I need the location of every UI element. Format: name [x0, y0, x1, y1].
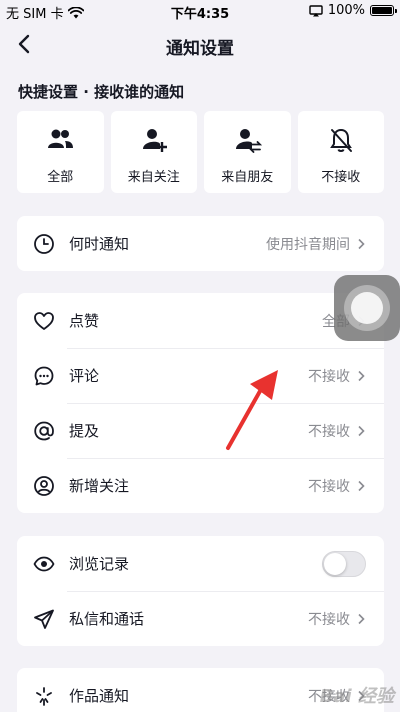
row-value: 不接收	[308, 423, 350, 440]
row-label: 私信和通话	[69, 610, 145, 628]
user-swap-icon	[236, 129, 263, 153]
sparkle-icon	[36, 686, 52, 706]
assistive-touch-button[interactable]	[334, 275, 400, 341]
quick-option-label: 来自关注	[127, 170, 180, 185]
row-label: 何时通知	[69, 235, 130, 253]
group-icon	[48, 129, 74, 148]
nav-bar: 通知设置	[0, 22, 400, 68]
heart-icon	[34, 311, 54, 330]
user-add-icon	[142, 129, 167, 152]
history-toggle[interactable]	[322, 550, 366, 577]
when-notify-row[interactable]: 何时通知 使用抖音期间	[17, 216, 384, 271]
messages-row[interactable]: 私信和通话 不接收	[17, 591, 384, 646]
row-value: 不接收	[308, 368, 350, 385]
comments-row[interactable]: 评论 不接收	[17, 348, 384, 403]
row-value: 使用抖音期间	[266, 236, 350, 253]
user-circle-icon	[34, 475, 54, 496]
send-icon	[34, 609, 54, 629]
row-label: 浏览记录	[69, 555, 130, 573]
quick-settings: 全部 来自关注 来自朋友 不接收	[17, 111, 384, 193]
status-bar: 无 SIM 卡 下午4:35 100%	[0, 0, 400, 22]
row-label: 作品通知	[69, 687, 130, 705]
quick-option-label: 全部	[47, 170, 74, 185]
quick-option-label: 来自朋友	[221, 170, 274, 185]
likes-row[interactable]: 点赞 全部	[17, 293, 384, 348]
battery-icon	[370, 5, 397, 16]
row-label: 点赞	[69, 312, 100, 330]
chevron-right-icon	[358, 613, 365, 624]
eye-icon	[33, 556, 55, 571]
annotation-arrow-icon	[226, 370, 278, 450]
history-row: 浏览记录	[17, 536, 384, 591]
bell-off-icon	[329, 128, 352, 152]
clock-icon	[34, 233, 54, 254]
comment-icon	[34, 366, 54, 385]
when-card: 何时通知 使用抖音期间	[17, 216, 384, 271]
watermark: Bai 经验	[319, 686, 394, 707]
row-value: 不接收	[308, 478, 350, 495]
other-card: 浏览记录 私信和通话 不接收	[17, 536, 384, 646]
quick-option-friends[interactable]: 来自朋友	[204, 111, 291, 193]
row-label: 新增关注	[69, 477, 130, 495]
quick-option-none[interactable]: 不接收	[297, 111, 384, 193]
page-title: 通知设置	[166, 39, 234, 59]
chevron-right-icon	[358, 370, 365, 381]
assistive-ring-inner	[351, 292, 383, 324]
quick-settings-title: 快捷设置 · 接收谁的通知	[18, 83, 185, 101]
at-icon	[34, 421, 54, 440]
interactions-card: 点赞 全部 评论 不接收 提及 不接收 新增关注 不接收	[17, 293, 384, 513]
chevron-right-icon	[358, 425, 365, 436]
chevron-right-icon	[358, 480, 365, 491]
quick-option-following[interactable]: 来自关注	[110, 111, 197, 193]
row-value: 不接收	[308, 611, 350, 628]
quick-option-label: 不接收	[321, 170, 361, 185]
quick-option-all[interactable]: 全部	[17, 111, 104, 193]
mentions-row[interactable]: 提及 不接收	[17, 403, 384, 458]
status-right: 100%	[309, 3, 397, 18]
battery-fill	[372, 7, 392, 14]
screen-mirror-icon	[309, 4, 323, 16]
battery-percent: 100%	[327, 3, 365, 18]
toggle-knob	[324, 552, 346, 575]
chevron-right-icon	[358, 238, 365, 249]
new-followers-row[interactable]: 新增关注 不接收	[17, 458, 384, 513]
